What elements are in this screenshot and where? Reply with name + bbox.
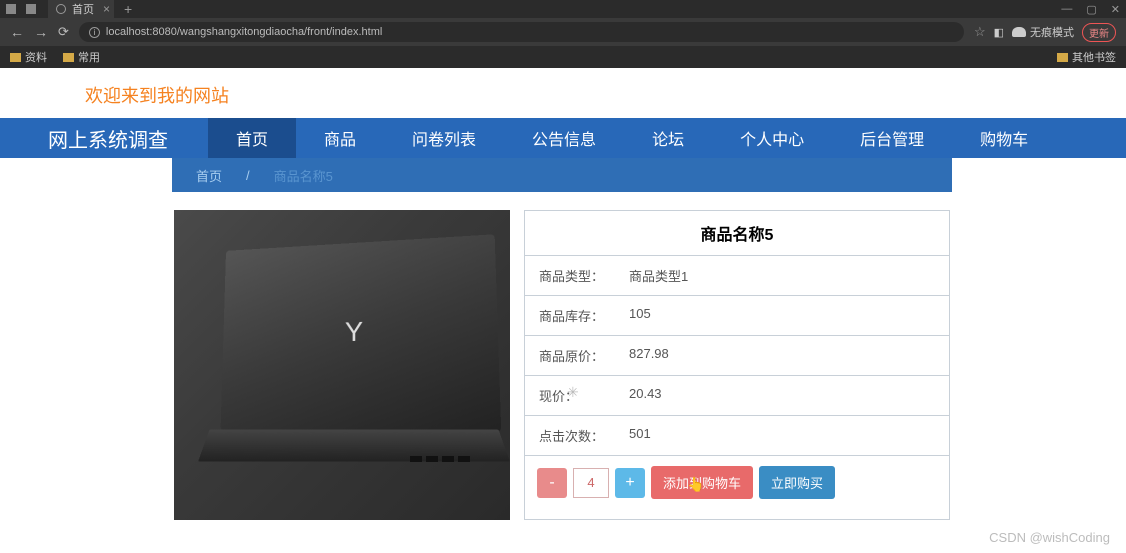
- product-title: 商品名称5: [525, 211, 949, 256]
- nav-forum[interactable]: 论坛: [624, 118, 712, 158]
- label-stock: 商品库存：: [539, 306, 629, 325]
- globe-icon: [56, 4, 66, 14]
- laptop-logo-icon: Y: [345, 316, 363, 348]
- bookmark-label: 资料: [25, 49, 47, 65]
- bookmark-item-2[interactable]: 常用: [63, 49, 100, 65]
- forward-icon[interactable]: →: [34, 24, 48, 40]
- new-tab-button[interactable]: +: [124, 1, 132, 17]
- extension-icon[interactable]: ◧: [994, 26, 1004, 39]
- label-orig-price: 商品原价：: [539, 346, 629, 365]
- detail-row-clicks: 点击次数： 501: [525, 416, 949, 456]
- nav-cart[interactable]: 购物车: [952, 118, 1056, 158]
- breadcrumb: 首页 / 商品名称5: [172, 158, 952, 192]
- detail-row-orig-price: 商品原价： 827.98: [525, 336, 949, 376]
- breadcrumb-sep: /: [246, 168, 250, 183]
- browser-tab-strip: 首页 × + — ▢ ✕: [0, 0, 1126, 18]
- bookmark-star-icon[interactable]: ☆: [974, 24, 986, 40]
- value-stock: 105: [629, 306, 935, 325]
- maximize-icon[interactable]: ▢: [1086, 3, 1096, 16]
- reload-icon[interactable]: ⟳: [58, 24, 69, 40]
- tab-title: 首页: [72, 1, 94, 17]
- update-button[interactable]: 更新: [1082, 23, 1116, 42]
- folder-icon: [10, 53, 21, 62]
- main-nav: 网上系统调查 首页 商品 问卷列表 公告信息 论坛 个人中心 后台管理 购物车: [0, 118, 1126, 158]
- incognito-icon: [1012, 27, 1026, 37]
- label-price: 现价：: [539, 386, 629, 405]
- folder-icon: [63, 53, 74, 62]
- qty-plus-button[interactable]: +: [615, 468, 645, 498]
- incognito-label: 无痕模式: [1030, 24, 1074, 40]
- folder-icon: [1057, 53, 1068, 62]
- browser-tab[interactable]: 首页 ×: [48, 0, 114, 19]
- close-icon[interactable]: ×: [103, 2, 110, 16]
- tab-icon-2[interactable]: [26, 4, 36, 14]
- cursor-icon: 👆: [687, 476, 704, 493]
- incognito-indicator: 无痕模式: [1012, 24, 1074, 40]
- minimize-icon[interactable]: —: [1061, 3, 1072, 16]
- breadcrumb-home[interactable]: 首页: [196, 166, 222, 185]
- qty-input[interactable]: [573, 468, 609, 498]
- window-controls: — ▢ ✕: [1061, 3, 1120, 16]
- nav-admin[interactable]: 后台管理: [832, 118, 952, 158]
- laptop-ports: [410, 456, 470, 462]
- site-brand: 网上系统调查: [48, 124, 208, 153]
- value-price: 20.43: [629, 386, 935, 405]
- buy-now-button[interactable]: 立即购买: [759, 466, 835, 499]
- label-clicks: 点击次数：: [539, 426, 629, 445]
- other-bookmarks[interactable]: 其他书签: [1057, 49, 1116, 65]
- product-image: Y: [174, 210, 510, 520]
- tab-icon-1[interactable]: [6, 4, 16, 14]
- welcome-text: 欢迎来到我的网站: [0, 68, 1126, 118]
- nav-personal[interactable]: 个人中心: [712, 118, 832, 158]
- nav-survey[interactable]: 问卷列表: [384, 118, 504, 158]
- nav-notice[interactable]: 公告信息: [504, 118, 624, 158]
- bookmark-item-1[interactable]: 资料: [10, 49, 47, 65]
- bookmark-label: 常用: [78, 49, 100, 65]
- close-window-icon[interactable]: ✕: [1111, 3, 1120, 16]
- breadcrumb-current: 商品名称5: [274, 166, 333, 185]
- bookmark-label: 其他书签: [1072, 49, 1116, 65]
- product-content: Y 商品名称5 商品类型： 商品类型1 商品库存： 105 商品原价： 827.…: [0, 192, 1126, 520]
- tab-strip-icons: [6, 4, 36, 14]
- bookmarks-bar: 资料 常用 其他书签: [0, 46, 1126, 68]
- nav-home[interactable]: 首页: [208, 118, 296, 158]
- action-row: - + 添加到购物车 👆 立即购买: [525, 456, 949, 509]
- nav-goods[interactable]: 商品: [296, 118, 384, 158]
- value-clicks: 501: [629, 426, 935, 445]
- detail-row-price: 现价： 20.43: [525, 376, 949, 416]
- detail-row-type: 商品类型： 商品类型1: [525, 256, 949, 296]
- label-type: 商品类型：: [539, 266, 629, 285]
- product-details-panel: 商品名称5 商品类型： 商品类型1 商品库存： 105 商品原价： 827.98…: [524, 210, 950, 520]
- value-type: 商品类型1: [629, 266, 935, 285]
- detail-row-stock: 商品库存： 105: [525, 296, 949, 336]
- qty-minus-button[interactable]: -: [537, 468, 567, 498]
- add-to-cart-button[interactable]: 添加到购物车 👆: [651, 466, 753, 499]
- site-info-icon[interactable]: i: [89, 27, 100, 38]
- laptop-lid: Y: [221, 234, 502, 432]
- value-orig-price: 827.98: [629, 346, 935, 365]
- watermark: CSDN @wishCoding: [989, 530, 1110, 545]
- url-input[interactable]: i localhost:8080/wangshangxitongdiaocha/…: [79, 22, 964, 42]
- address-bar: ← → ⟳ i localhost:8080/wangshangxitongdi…: [0, 18, 1126, 46]
- back-icon[interactable]: ←: [10, 24, 24, 40]
- url-text: localhost:8080/wangshangxitongdiaocha/fr…: [106, 26, 382, 38]
